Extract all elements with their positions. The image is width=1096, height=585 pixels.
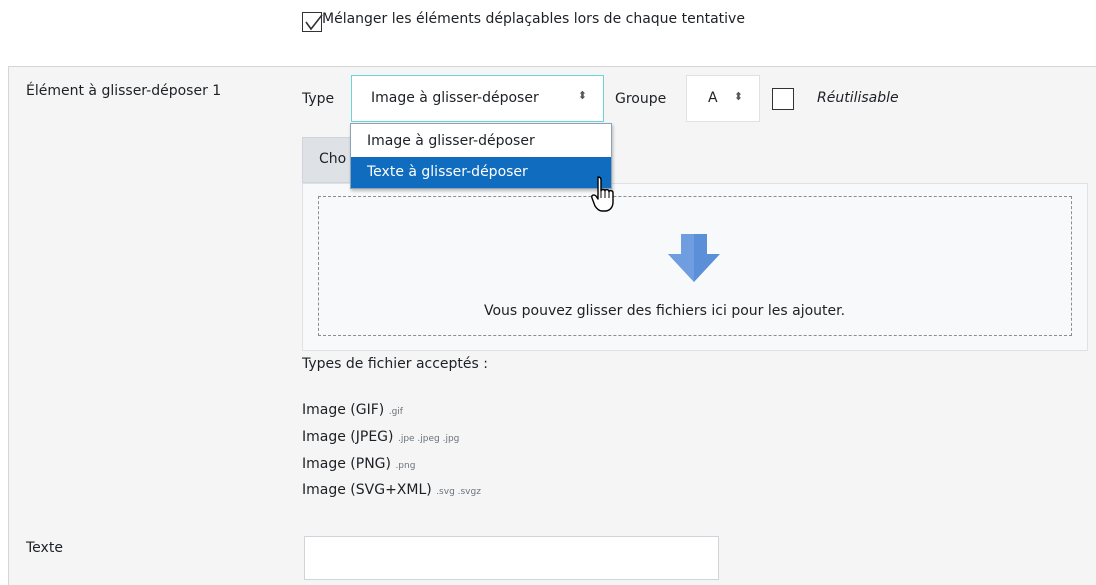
reusable-label: Réutilisable bbox=[817, 90, 899, 106]
accepted-type-item: Image (PNG) .png bbox=[302, 456, 415, 472]
accepted-type-ext: .jpe .jpeg .jpg bbox=[397, 434, 460, 444]
dropdown-option-text[interactable]: Texte à glisser-déposer bbox=[351, 157, 611, 188]
checkmark-icon bbox=[305, 14, 323, 31]
pointer-cursor-icon bbox=[591, 176, 614, 212]
accepted-type-ext: .gif bbox=[388, 407, 403, 417]
type-select-value: Image à glisser-déposer bbox=[371, 90, 539, 106]
accepted-types-title: Types de fichier acceptés : bbox=[302, 356, 488, 372]
accepted-type-name: Image (SVG+XML) bbox=[302, 482, 432, 498]
accepted-type-ext: .png bbox=[395, 461, 416, 471]
accepted-type-item: Image (SVG+XML) .svg .svgz bbox=[302, 482, 481, 498]
group-select[interactable]: A ⬍ bbox=[686, 75, 760, 122]
group-select-value: A bbox=[708, 90, 718, 106]
accepted-type-item: Image (JPEG) .jpe .jpeg .jpg bbox=[302, 429, 459, 445]
select-arrows-icon: ⬍ bbox=[577, 89, 587, 102]
accepted-type-name: Image (JPEG) bbox=[302, 429, 394, 445]
text-field-label: Texte bbox=[26, 540, 63, 556]
select-arrows-icon: ⬍ bbox=[733, 90, 743, 103]
type-select[interactable]: Image à glisser-déposer ⬍ bbox=[351, 75, 604, 122]
drop-hint-text: Vous pouvez glisser des fichiers ici pou… bbox=[484, 303, 846, 319]
text-input[interactable] bbox=[304, 536, 719, 580]
accepted-type-name: Image (GIF) bbox=[302, 402, 385, 418]
arrow-down-icon bbox=[668, 234, 720, 282]
type-dropdown-menu: Image à glisser-déposer Texte à glisser-… bbox=[350, 123, 612, 189]
drag-item-label: Élément à glisser-déposer 1 bbox=[26, 83, 222, 99]
reusable-checkbox[interactable] bbox=[772, 88, 794, 110]
choose-file-label: Cho bbox=[319, 151, 347, 167]
shuffle-label: Mélanger les éléments déplaçables lors d… bbox=[322, 11, 745, 27]
shuffle-checkbox[interactable] bbox=[302, 12, 323, 32]
accepted-type-ext: .svg .svgz bbox=[436, 487, 481, 497]
accepted-type-item: Image (GIF) .gif bbox=[302, 402, 403, 418]
accepted-type-name: Image (PNG) bbox=[302, 456, 391, 472]
group-label: Groupe bbox=[615, 91, 667, 107]
type-label: Type bbox=[302, 91, 335, 107]
dropdown-option-image[interactable]: Image à glisser-déposer bbox=[351, 126, 611, 157]
